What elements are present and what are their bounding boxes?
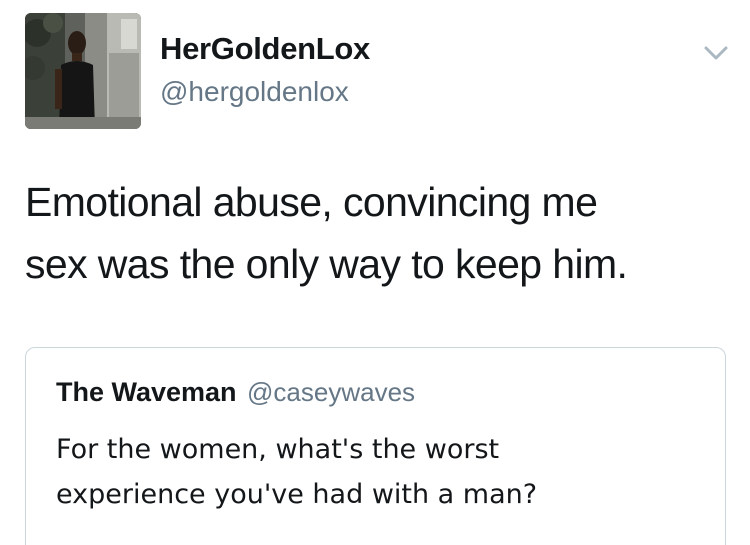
author-handle[interactable]: @hergoldenlox — [160, 75, 349, 109]
quoted-tweet-header: The Waveman @caseywaves — [56, 375, 415, 414]
avatar[interactable] — [25, 13, 141, 129]
quoted-author-handle: @caseywaves — [247, 377, 416, 407]
quoted-tweet-text: For the women, what's the worst experien… — [56, 434, 538, 510]
author-display-name[interactable]: HerGoldenLox — [160, 31, 370, 67]
quoted-author-display-name: The Waveman — [56, 377, 237, 407]
quoted-tweet[interactable]: The Waveman @caseywaves For the women, w… — [25, 347, 726, 545]
tweet-text: Emotional abuse, convincing me sex was t… — [25, 179, 628, 287]
chevron-down-icon[interactable] — [703, 44, 729, 62]
tweet-card: HerGoldenLox @hergoldenlox Emotional abu… — [0, 0, 750, 545]
